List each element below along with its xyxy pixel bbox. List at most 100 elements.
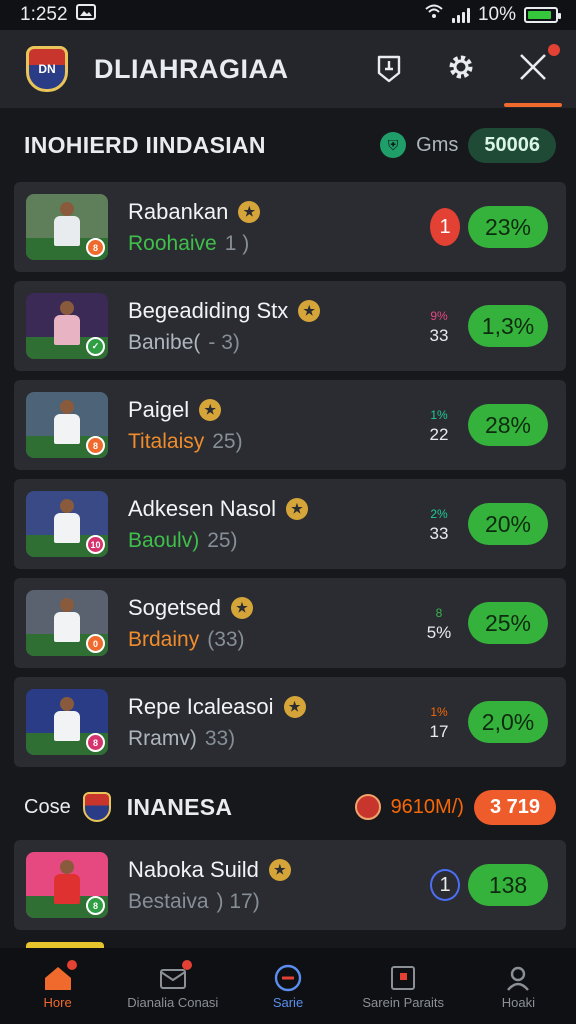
player-head-shape bbox=[60, 860, 74, 874]
player-photo: 8 bbox=[26, 194, 108, 260]
rating-pill[interactable]: 2,0% bbox=[468, 701, 548, 743]
player-photo: 8 bbox=[26, 852, 108, 918]
player-card[interactable]: ✓ Begeadiding Stx ★ Banibe(- 3) 9% 33 1,3… bbox=[14, 281, 566, 371]
section-header-1: INOHIERD IINDASIAN ⛨ Gms 50006 bbox=[0, 124, 576, 166]
section-title: INOHIERD IINDASIAN bbox=[24, 131, 266, 158]
position-badge: 10 bbox=[86, 535, 105, 554]
trophy-icon: ★ bbox=[298, 299, 321, 322]
player-subtitle: Roohaive 1 ) bbox=[128, 232, 430, 256]
rating-pill[interactable]: 1,3% bbox=[468, 305, 548, 347]
position-badge-text: 8 bbox=[92, 737, 98, 748]
mini-stat-value: 33 bbox=[429, 326, 449, 345]
position-badge: 8 bbox=[86, 436, 105, 455]
rating-value: 23% bbox=[484, 213, 532, 240]
position-badge: 8 bbox=[86, 238, 105, 257]
rating-pill[interactable]: 23% bbox=[468, 206, 548, 248]
rank-badge: 1 bbox=[430, 208, 460, 246]
trophy-icon: ★ bbox=[283, 695, 306, 718]
mini-stat-value: 22 bbox=[429, 425, 449, 444]
player-card[interactable]: 8 Naboka Suild ★ Bestaiva) 17) 1 138 bbox=[14, 840, 566, 930]
mini-stat-top: 8 bbox=[435, 606, 443, 620]
nav-fixtures[interactable]: Sarein Paraits bbox=[346, 948, 461, 1024]
player-subtitle: Titalaisy 25) bbox=[128, 430, 422, 454]
count-badge[interactable]: 50006 bbox=[468, 127, 556, 163]
player-name: Begeadiding Stx bbox=[128, 297, 289, 323]
player-info: Rabankan ★ Roohaive 1 ) bbox=[128, 199, 430, 256]
position-badge-text: ✓ bbox=[91, 341, 100, 351]
player-card[interactable]: 8 Rabankan ★ Roohaive 1 ) 1 23% bbox=[14, 182, 566, 272]
bottom-nav: Hore Dianalia Conasi Sarie Sarein Parait… bbox=[0, 948, 576, 1024]
status-bar: 1:252 10% bbox=[0, 0, 576, 30]
mini-stat-top: 1% bbox=[430, 408, 448, 422]
mini-stat: 1% 22 bbox=[422, 406, 456, 444]
player-head-shape bbox=[60, 598, 74, 612]
rating-value: 1,3% bbox=[481, 312, 535, 339]
player-name-row: Naboka Suild ★ bbox=[128, 857, 430, 883]
trophy-icon: ★ bbox=[268, 858, 291, 881]
player-position: Titalaisy bbox=[128, 429, 205, 453]
club-logo[interactable]: DN bbox=[26, 46, 68, 92]
section-meta-label: 9610M/) bbox=[390, 795, 464, 818]
profile-icon bbox=[503, 964, 533, 992]
player-head-shape bbox=[60, 400, 74, 414]
player-head-shape bbox=[60, 499, 74, 513]
player-age: (33) bbox=[207, 627, 245, 651]
section-title: INANESA bbox=[126, 793, 233, 820]
nav-messages[interactable]: Dianalia Conasi bbox=[115, 948, 230, 1024]
mini-stat-top: 2% bbox=[430, 507, 448, 521]
rating-value: 25% bbox=[484, 609, 532, 636]
rating-value: 2,0% bbox=[481, 708, 535, 735]
notification-dot bbox=[181, 959, 192, 970]
player-name: Sogetsed bbox=[128, 594, 221, 620]
player-jersey-shape bbox=[54, 315, 80, 345]
settings-button[interactable] bbox=[440, 48, 482, 90]
nav-home[interactable]: Hore bbox=[0, 948, 115, 1024]
position-badge: 0 bbox=[86, 634, 105, 653]
player-age: 25) bbox=[207, 528, 238, 552]
rating-pill[interactable]: 28% bbox=[468, 404, 548, 446]
nav-profile[interactable]: Hoaki bbox=[461, 948, 576, 1024]
nav-live[interactable]: Sarie bbox=[230, 948, 345, 1024]
nav-label: Sarie bbox=[272, 994, 304, 1010]
player-name: Naboka Suild bbox=[128, 856, 259, 882]
player-head-shape bbox=[60, 202, 74, 216]
nav-label: Sarein Paraits bbox=[362, 994, 445, 1010]
player-name: Repe Icaleasoi bbox=[128, 693, 274, 719]
player-card[interactable]: 0 Sogetsed ★ Brdainy (33) 8 5% 25% bbox=[14, 578, 566, 668]
player-name-row: Rabankan ★ bbox=[128, 199, 430, 225]
mini-stat-value: 33 bbox=[429, 524, 449, 543]
position-badge: 8 bbox=[86, 896, 105, 915]
shield-icon: ⛨ bbox=[380, 132, 407, 158]
player-subtitle: Bestaiva) 17) bbox=[128, 890, 430, 914]
club-logo-text: DN bbox=[38, 62, 56, 76]
nav-label: Hoaki bbox=[501, 994, 536, 1010]
app-header: DN DLIAHRAGIAA bbox=[0, 30, 576, 108]
section-meta-label: Gms bbox=[416, 133, 459, 156]
mini-stat-top: 9% bbox=[430, 309, 448, 323]
close-button[interactable] bbox=[504, 44, 562, 107]
points-badge[interactable]: 3 719 bbox=[473, 789, 556, 825]
mini-stat-top: 1% bbox=[430, 705, 448, 719]
player-age: 33) bbox=[204, 726, 236, 750]
player-name: Paigel bbox=[128, 396, 190, 422]
mini-stat-value: 17 bbox=[429, 722, 449, 741]
position-badge-text: 8 bbox=[92, 242, 98, 253]
player-position: Banibe( bbox=[128, 330, 201, 354]
rating-pill[interactable]: 20% bbox=[468, 503, 548, 545]
rating-pill[interactable]: 138 bbox=[468, 864, 548, 906]
player-head-shape bbox=[60, 697, 74, 711]
player-age: ) 17) bbox=[216, 889, 260, 913]
player-name-row: Paigel ★ bbox=[128, 397, 422, 423]
section-header-2: Cose INANESA 9610M/) 3 719 bbox=[0, 786, 576, 828]
rating-value: 28% bbox=[484, 411, 532, 438]
rating-pill[interactable]: 25% bbox=[468, 602, 548, 644]
player-card[interactable]: 10 Adkesen Nasol ★ Baoulv) 25) 2% 33 20% bbox=[14, 479, 566, 569]
player-card[interactable]: 8 Repe Icaleasoi ★ Rramv) 33) 1% 17 2,0% bbox=[14, 677, 566, 767]
player-position: Baoulv) bbox=[128, 528, 200, 552]
player-card[interactable]: 8 Paigel ★ Titalaisy 25) 1% 22 28% bbox=[14, 380, 566, 470]
live-button[interactable] bbox=[368, 48, 410, 90]
status-time: 1:252 bbox=[20, 4, 68, 25]
player-info: Paigel ★ Titalaisy 25) bbox=[128, 397, 422, 454]
home-icon bbox=[43, 959, 77, 992]
close-icon bbox=[518, 52, 548, 87]
